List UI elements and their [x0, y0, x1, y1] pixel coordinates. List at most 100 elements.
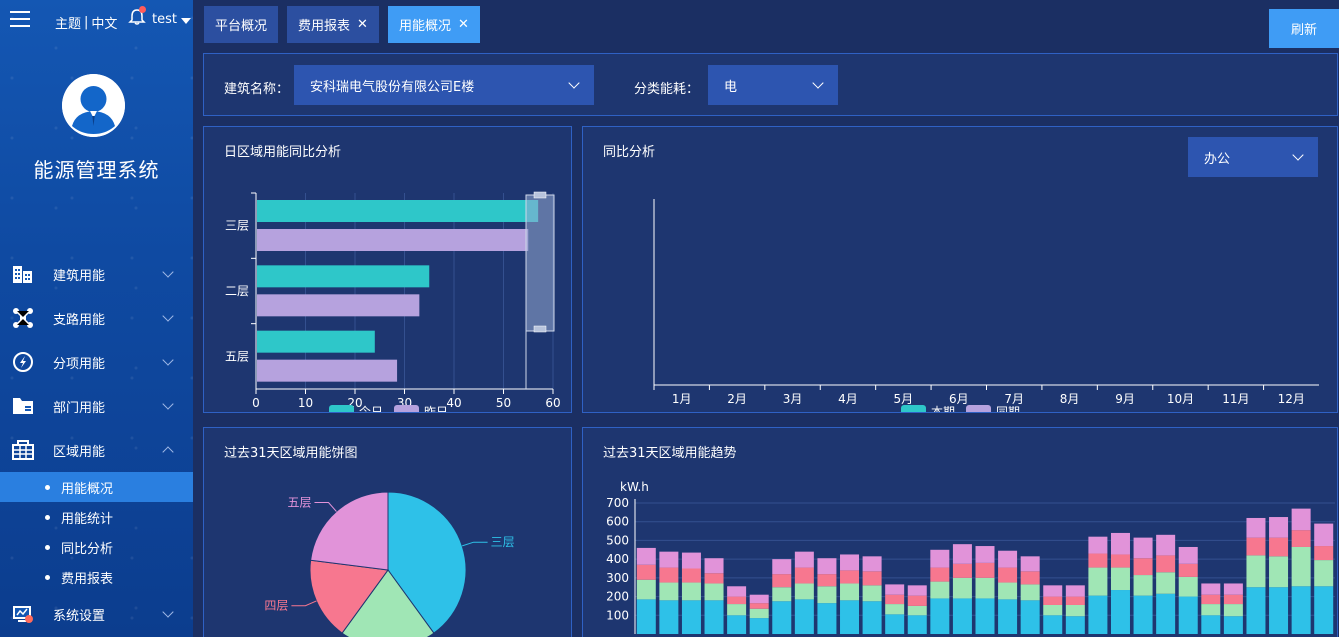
filter-panel: 建筑名称： 安科瑞电气股份有限公司E楼 分类能耗： 电	[203, 53, 1338, 116]
bar-segment	[681, 552, 701, 569]
bar-segment	[862, 601, 882, 634]
bar-segment	[885, 604, 905, 615]
bar-segment	[727, 604, 747, 616]
system-title: 能源管理系统	[33, 158, 160, 182]
bar-segment	[1269, 537, 1289, 557]
trend-chart: kW.h 700 600 500 400 300 200 100	[606, 480, 1335, 634]
bar-segment	[952, 563, 972, 578]
chevron-down-icon	[162, 398, 174, 410]
close-icon[interactable]: ✕	[357, 17, 368, 32]
tab-energy-overview[interactable]: 用能概况 ✕	[387, 6, 480, 43]
language-link[interactable]: 中文	[91, 13, 117, 32]
bar-segment	[659, 567, 679, 583]
chevron-down-icon	[162, 266, 174, 278]
sidebar-item-label: 建筑用能	[53, 268, 106, 284]
bar-segment	[727, 615, 747, 634]
pie-label: 三层	[491, 535, 515, 549]
bar-segment	[727, 586, 747, 597]
sidebar-subitem-cost[interactable]: 费用报表	[0, 562, 193, 592]
x-tick-label: 60	[545, 396, 560, 410]
building-select[interactable]: 安科瑞电气股份有限公司E楼	[294, 65, 594, 105]
sidebar-item-building[interactable]: 建筑用能	[0, 252, 193, 296]
x-tick-label: 11月	[1222, 392, 1249, 406]
y-tick-label: 二层	[225, 284, 249, 298]
bar-segment	[1043, 604, 1063, 616]
bar-segment	[975, 546, 995, 563]
tab-platform-overview[interactable]: 平台概况	[204, 6, 279, 43]
bar-segment	[659, 600, 679, 634]
bar-segment	[1223, 583, 1243, 595]
category-select[interactable]: 电	[708, 65, 838, 105]
compass-icon	[13, 352, 33, 372]
tab-cost-report[interactable]: 费用报表 ✕	[287, 6, 379, 43]
sidebar-item-label: 支路用能	[53, 312, 106, 328]
bar-segment	[794, 567, 814, 584]
sidebar-subitem-overview[interactable]: 用能概况	[0, 472, 193, 502]
bar-segment	[975, 598, 995, 634]
bar-segment	[636, 599, 656, 634]
building-select-value: 安科瑞电气股份有限公司E楼	[310, 79, 475, 95]
menu-toggle-icon[interactable]	[10, 11, 30, 27]
pie-label-line	[462, 541, 488, 547]
close-icon[interactable]: ✕	[458, 17, 469, 32]
bar-segment	[659, 551, 679, 568]
refresh-button[interactable]: 刷新	[1269, 9, 1339, 48]
theme-link[interactable]: 主题	[55, 13, 81, 32]
bar-segment	[952, 577, 972, 599]
y-tick-label: 700	[606, 496, 629, 510]
bar-segment	[930, 549, 950, 568]
sidebar-item-label: 分项用能	[53, 356, 106, 372]
user-dropdown-icon[interactable]	[181, 18, 191, 24]
bar-segment	[636, 547, 656, 565]
sidebar-item-department[interactable]: 部门用能	[0, 384, 193, 428]
chevron-down-icon	[162, 606, 174, 618]
header-separator: |	[84, 15, 89, 30]
pie-panel: 过去31天区域用能饼图 三层 四层 五层	[203, 427, 572, 637]
sidebar-item-subitem[interactable]: 分项用能	[0, 340, 193, 384]
legend-label: 同期	[996, 405, 1020, 413]
bar-segment	[885, 614, 905, 634]
bar	[257, 229, 529, 251]
bar-segment	[1065, 596, 1085, 605]
bar-segment	[1269, 587, 1289, 634]
user-name[interactable]: test	[152, 12, 177, 27]
chevron-down-icon	[568, 77, 580, 89]
datazoom-handle-bottom	[533, 325, 547, 333]
tab-label: 费用报表	[298, 19, 351, 34]
bar-segment	[1246, 517, 1266, 538]
sidebar-subitem-yoy[interactable]: 同比分析	[0, 532, 193, 562]
bar-segment	[1065, 604, 1085, 617]
legend-label: 今日	[359, 404, 383, 413]
x-tick-label: 10月	[1167, 392, 1194, 406]
bar-segment	[862, 571, 882, 586]
sidebar-item-area[interactable]: 区域用能	[0, 428, 193, 472]
bar-segment	[1314, 560, 1334, 587]
bar-segment	[840, 583, 860, 601]
category-label: 分类能耗：	[634, 82, 700, 97]
sidebar-item-label: 系统设置	[53, 608, 106, 624]
sidebar-subitem-label: 用能概况	[61, 481, 114, 497]
y-tick-label: 200	[606, 590, 629, 604]
bar-segment	[975, 577, 995, 599]
sidebar-item-settings[interactable]: 系统设置	[0, 592, 193, 636]
bar-segment	[1043, 615, 1063, 634]
x-tick-label: 7月	[1004, 392, 1024, 406]
bar-segment	[794, 551, 814, 568]
branch-icon	[13, 308, 33, 328]
yoy-panel: 同比分析 办公 1月 2月 3月 4月 5月 6月 7月 8月 9月 10月 11月 12月 本期 同期	[582, 126, 1338, 413]
sidebar-item-branch[interactable]: 支路用能	[0, 296, 193, 340]
sidebar-subitem-statistics[interactable]: 用能统计	[0, 502, 193, 532]
category-select-value: 电	[724, 79, 738, 95]
bar-segment	[862, 556, 882, 572]
y-tick-label: 400	[606, 552, 629, 566]
bar-segment	[1088, 536, 1108, 554]
bar-segment	[1088, 595, 1108, 634]
legend-label: 昨日	[424, 405, 448, 413]
bell-icon[interactable]	[128, 6, 146, 26]
bar	[257, 265, 430, 288]
bar-segment	[862, 585, 882, 602]
bar-segment	[930, 567, 950, 582]
legend-swatch	[901, 405, 926, 412]
bar-segment	[1065, 585, 1085, 597]
x-tick-label: 8月	[1060, 392, 1080, 406]
